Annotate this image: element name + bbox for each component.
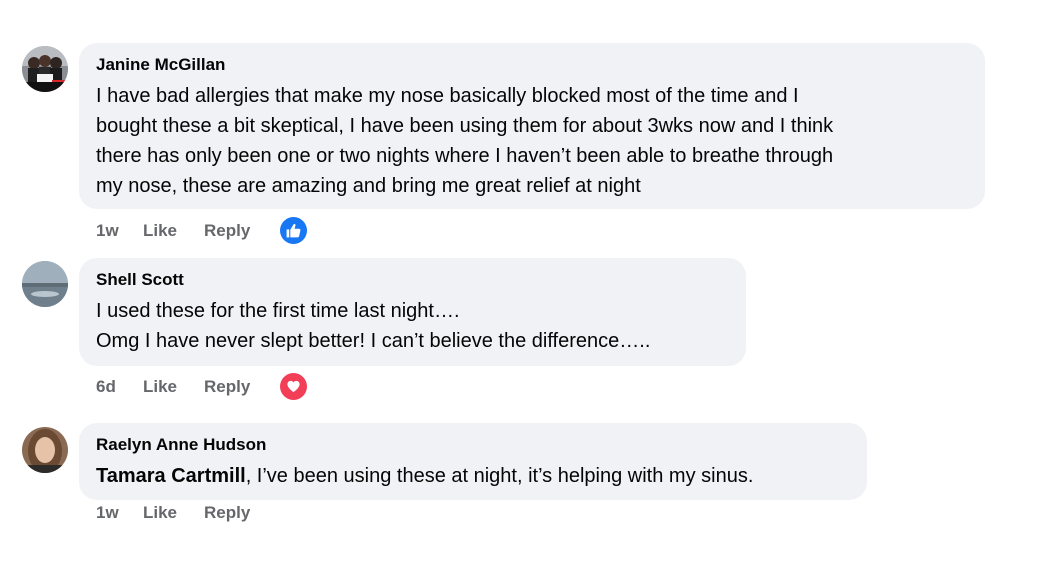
avatar-image [22,46,68,92]
avatar-image [22,261,68,307]
love-reaction-icon[interactable] [280,373,307,400]
comment-actions: 1w Like Reply [96,217,307,244]
comment-author[interactable]: Shell Scott [96,269,729,291]
like-button[interactable]: Like [143,221,204,241]
comment-timestamp[interactable]: 1w [96,221,143,241]
like-button[interactable]: Like [143,377,204,397]
comment-actions: 6d Like Reply [96,373,307,400]
comment-text: I used these for the first time last nig… [96,296,729,356]
mention-link[interactable]: Tamara Cartmill [96,465,246,487]
comment-bubble: Raelyn Anne Hudson Tamara Cartmill, I’ve… [79,423,867,500]
comment-bubble: Shell Scott I used these for the first t… [79,258,746,366]
comment-actions: 1w Like Reply [96,503,280,523]
avatar[interactable] [22,427,68,473]
comment-text: I have bad allergies that make my nose b… [96,81,968,201]
comment-text-line: , I’ve been using these at night, it’s h… [245,465,754,487]
comment-text-line: Omg I have never slept better! I can’t b… [96,330,651,352]
avatar[interactable] [22,261,68,307]
heart-icon [287,380,300,393]
like-button[interactable]: Like [143,503,204,523]
comment-text-line: my nose, these are amazing and bring me … [96,175,641,197]
comment-text-line: I used these for the first time last nig… [96,300,460,322]
comment-text-line: I have bad allergies that make my nose b… [96,85,799,107]
comment-text-line: bought these a bit skeptical, I have bee… [96,115,834,137]
reply-button[interactable]: Reply [204,377,280,397]
comment-author[interactable]: Janine McGillan [96,54,968,76]
avatar-image [22,427,68,473]
comment-timestamp[interactable]: 6d [96,377,143,397]
reply-button[interactable]: Reply [204,221,280,241]
comment-text: Tamara Cartmill, I’ve been using these a… [96,461,850,491]
thumbs-up-icon [286,223,301,238]
avatar[interactable] [22,46,68,92]
like-reaction-icon[interactable] [280,217,307,244]
comment-timestamp[interactable]: 1w [96,503,143,523]
reply-button[interactable]: Reply [204,503,280,523]
comment-author[interactable]: Raelyn Anne Hudson [96,434,850,456]
comment-bubble: Janine McGillan I have bad allergies tha… [79,43,985,209]
comment-text-line: there has only been one or two nights wh… [96,145,834,167]
